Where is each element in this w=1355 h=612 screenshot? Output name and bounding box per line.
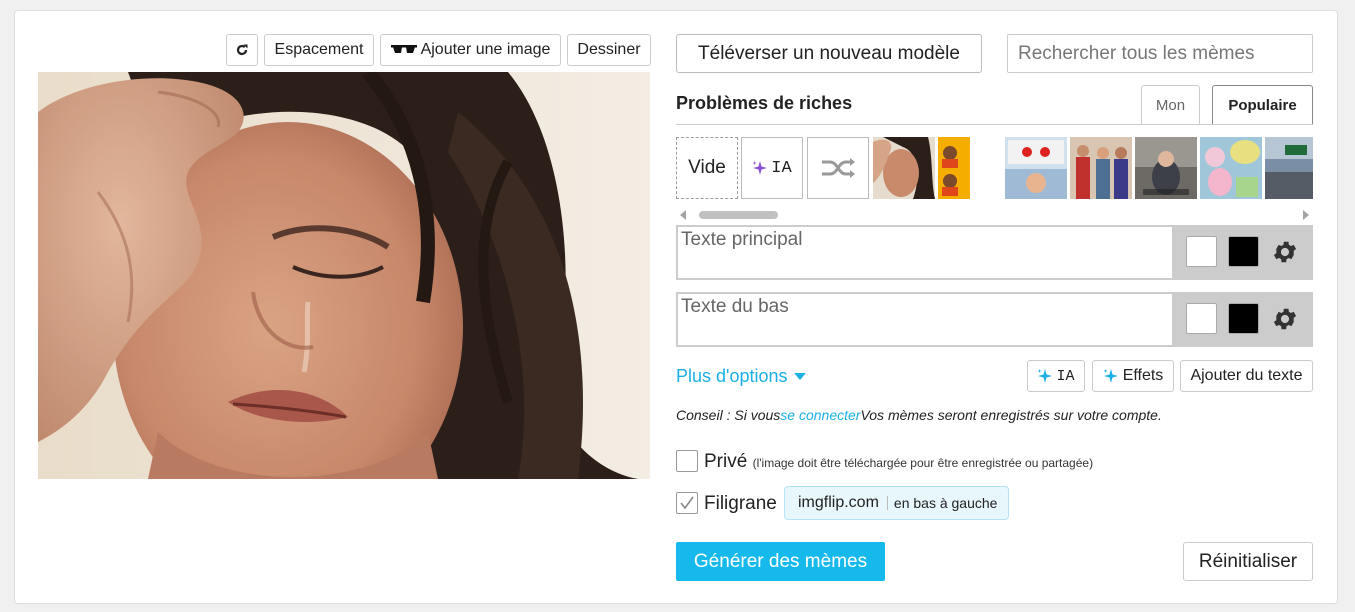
template-thumb-bernie[interactable] bbox=[1135, 137, 1197, 199]
meme-image[interactable] bbox=[38, 72, 650, 479]
template-title: Problèmes de riches bbox=[676, 93, 853, 113]
template-thumb-crying-woman[interactable] bbox=[873, 137, 935, 199]
gear-icon[interactable] bbox=[1271, 305, 1299, 333]
crying-woman-image bbox=[38, 72, 650, 479]
private-label: Privé (l'image doit être téléchargée pou… bbox=[704, 451, 1093, 473]
template-thumbnails: Vide IA bbox=[676, 137, 1313, 201]
checkmark-icon bbox=[680, 496, 694, 510]
ai-text-button[interactable]: IA bbox=[1027, 360, 1085, 392]
spacing-button[interactable]: Espacement bbox=[264, 34, 374, 66]
scroll-right-arrow-icon[interactable] bbox=[1303, 210, 1309, 220]
scroll-left-arrow-icon[interactable] bbox=[680, 210, 686, 220]
tab-mine[interactable]: Mon bbox=[1141, 85, 1200, 125]
template-thumb-distracted-boyfriend[interactable] bbox=[1070, 137, 1132, 199]
reset-button[interactable]: Réinitialiser bbox=[1183, 542, 1313, 581]
private-note: (l'image doit être téléchargée pour être… bbox=[752, 456, 1094, 470]
caret-down-icon bbox=[793, 373, 806, 380]
login-tip: Conseil : Si vousse connecterVos mèmes s… bbox=[676, 407, 1162, 423]
effects-label: Effets bbox=[1122, 367, 1164, 384]
outline-color-swatch[interactable] bbox=[1186, 303, 1217, 334]
watermark-text: imgflip.com bbox=[798, 494, 879, 511]
text-box-row-top bbox=[676, 225, 1313, 280]
add-image-label: Ajouter une image bbox=[420, 41, 551, 58]
watermark-settings[interactable]: imgflip.com en bas à gauche bbox=[784, 486, 1009, 520]
draw-button[interactable]: Dessiner bbox=[567, 34, 651, 66]
blank-template-button[interactable]: Vide bbox=[676, 137, 738, 199]
private-label-text: Privé bbox=[704, 451, 748, 472]
sparkle-icon bbox=[1037, 369, 1053, 383]
login-link[interactable]: se connecter bbox=[780, 407, 860, 423]
tabs-divider bbox=[676, 124, 1313, 125]
template-thumb-left-exit[interactable] bbox=[1265, 137, 1313, 199]
shuffle-icon bbox=[822, 158, 855, 178]
add-text-button[interactable]: Ajouter du texte bbox=[1180, 360, 1313, 392]
outline-color-swatch[interactable] bbox=[1186, 236, 1217, 267]
top-text-input[interactable] bbox=[678, 227, 1172, 278]
tip-prefix: Conseil : Si vous bbox=[676, 407, 781, 423]
sparkle-icon bbox=[1103, 369, 1118, 383]
ai-template-label: IA bbox=[771, 158, 792, 178]
watermark-position: en bas à gauche bbox=[893, 495, 998, 511]
sunglasses-icon bbox=[390, 45, 417, 53]
random-template-button[interactable] bbox=[807, 137, 869, 199]
watermark-label: Filigrane bbox=[704, 493, 777, 514]
ai-template-button[interactable]: IA bbox=[741, 137, 803, 199]
generate-meme-button[interactable]: Générer des mèmes bbox=[676, 542, 885, 581]
bottom-text-input[interactable] bbox=[678, 294, 1172, 345]
search-memes-input[interactable] bbox=[1007, 34, 1313, 73]
more-options-link[interactable]: Plus d'options bbox=[676, 366, 806, 387]
gear-icon[interactable] bbox=[1271, 238, 1299, 266]
thumbnails-scrollbar[interactable] bbox=[676, 208, 1313, 222]
add-image-button[interactable]: Ajouter une image bbox=[380, 34, 561, 66]
rotate-button[interactable] bbox=[226, 34, 258, 66]
effects-button[interactable]: Effets bbox=[1092, 360, 1174, 392]
watermark-checkbox[interactable] bbox=[676, 492, 698, 514]
watermark-separator bbox=[886, 496, 888, 510]
fill-color-swatch[interactable] bbox=[1228, 236, 1259, 267]
upload-template-button[interactable]: Téléverser un nouveau modèle bbox=[676, 34, 982, 73]
more-options-label: Plus d'options bbox=[676, 366, 788, 386]
template-thumb-drake[interactable] bbox=[938, 137, 970, 199]
tip-suffix: Vos mèmes seront enregistrés sur votre c… bbox=[860, 407, 1162, 423]
scrollbar-thumb[interactable] bbox=[699, 211, 778, 219]
sparkle-icon bbox=[752, 161, 768, 175]
template-thumb-slapping[interactable] bbox=[1200, 137, 1262, 199]
tab-popular[interactable]: Populaire bbox=[1212, 85, 1313, 125]
private-checkbox[interactable] bbox=[676, 450, 698, 472]
ai-text-label: IA bbox=[1056, 367, 1075, 385]
fill-color-swatch[interactable] bbox=[1228, 303, 1259, 334]
blank-template-label: Vide bbox=[688, 157, 726, 178]
text-box-row-bottom bbox=[676, 292, 1313, 347]
rotate-icon bbox=[236, 44, 248, 56]
template-thumb-two-buttons[interactable] bbox=[1005, 137, 1067, 199]
